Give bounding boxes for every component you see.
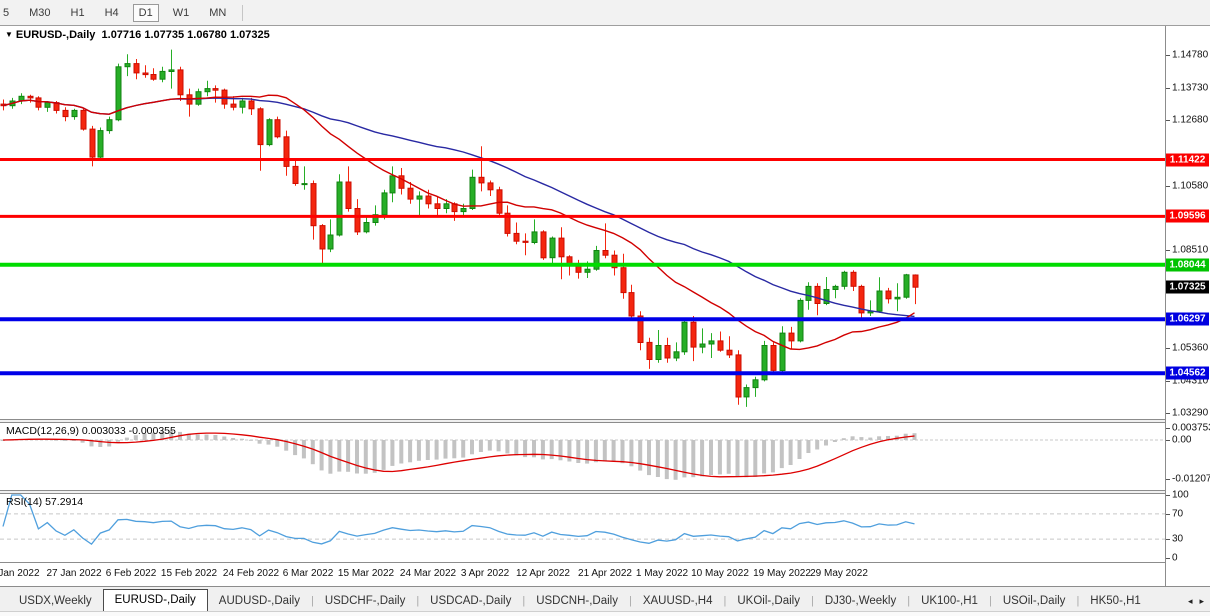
timeframe-button-mn[interactable]: MN bbox=[203, 4, 232, 22]
price-axis-tick bbox=[1166, 413, 1170, 414]
macd-axis-label: -0.012075 bbox=[1172, 474, 1210, 485]
rsi-axis-tick bbox=[1166, 558, 1170, 559]
tab-dj30-weekly[interactable]: DJ30-,Weekly bbox=[814, 592, 907, 611]
date-label: 21 Apr 2022 bbox=[578, 568, 632, 579]
rsi-axis-tick bbox=[1166, 514, 1170, 515]
pane-splitter-macd-rsi[interactable] bbox=[0, 490, 1165, 494]
timeframe-button-d1[interactable]: D1 bbox=[133, 4, 159, 22]
date-label: 18 Jan 2022 bbox=[0, 568, 40, 579]
date-label: 29 May 2022 bbox=[810, 568, 868, 579]
price-axis-label: 1.03290 bbox=[1172, 408, 1208, 419]
price-axis-tick bbox=[1166, 381, 1170, 382]
date-label: 24 Feb 2022 bbox=[223, 568, 279, 579]
rsi-axis-label: 30 bbox=[1172, 534, 1183, 545]
tab-scroll-left-icon[interactable]: ◂ bbox=[1188, 592, 1193, 611]
tab-hk50-h1[interactable]: HK50-,H1 bbox=[1079, 592, 1152, 611]
date-label: 10 May 2022 bbox=[691, 568, 749, 579]
collapse-caret-icon[interactable]: ▼ bbox=[5, 30, 13, 39]
date-label: 3 Apr 2022 bbox=[461, 568, 509, 579]
date-label: 27 Jan 2022 bbox=[46, 568, 101, 579]
rsi-pane-bottom-border bbox=[0, 562, 1165, 563]
window-bottom-strip bbox=[0, 611, 1210, 616]
price-axis-tick bbox=[1166, 120, 1170, 121]
chart-ohlc-values: 1.07716 1.07735 1.06780 1.07325 bbox=[102, 29, 270, 41]
chart-title: ▼EURUSD-,Daily 1.07716 1.07735 1.06780 1… bbox=[5, 29, 270, 41]
macd-axis-label: 0.00 bbox=[1172, 435, 1191, 446]
tab-scroll-right-icon[interactable]: ▸ bbox=[1199, 592, 1204, 611]
tab-usoil-daily[interactable]: USOil-,Daily bbox=[992, 592, 1077, 611]
price-axis-label: 1.08510 bbox=[1172, 245, 1208, 256]
tab-audusd-daily[interactable]: AUDUSD-,Daily bbox=[208, 592, 311, 611]
timeframe-button-h4[interactable]: H4 bbox=[99, 4, 125, 22]
price-axis-label: 1.10580 bbox=[1172, 181, 1208, 192]
price-axis-label: 1.12680 bbox=[1172, 115, 1208, 126]
macd-histogram bbox=[1, 431, 917, 480]
date-label: 6 Mar 2022 bbox=[283, 568, 334, 579]
date-label: 1 May 2022 bbox=[636, 568, 688, 579]
macd-axis-label: 0.003753 bbox=[1172, 423, 1210, 434]
price-level-badge: 1.04562 bbox=[1166, 367, 1209, 380]
price-axis-tick bbox=[1166, 88, 1170, 89]
rsi-axis-tick bbox=[1166, 495, 1170, 496]
price-axis-tick bbox=[1166, 348, 1170, 349]
rsi-line bbox=[3, 495, 915, 544]
tab-usdchf-daily[interactable]: USDCHF-,Daily bbox=[314, 592, 417, 611]
tab-scroll-buttons: ◂ ▸ bbox=[1188, 592, 1204, 611]
tab-usdcad-daily[interactable]: USDCAD-,Daily bbox=[419, 592, 522, 611]
date-label: 12 Apr 2022 bbox=[516, 568, 570, 579]
pane-splitter-main-macd[interactable] bbox=[0, 419, 1165, 423]
price-level-badge: 1.08044 bbox=[1166, 259, 1209, 272]
trading-terminal-window: 5M30H1H4D1W1MN ▼EURUSD-,Daily 1.07716 1.… bbox=[0, 0, 1210, 616]
toolbar-separator bbox=[242, 5, 243, 21]
tab-ukoil-daily[interactable]: UKOil-,Daily bbox=[726, 592, 811, 611]
macd-axis-tick bbox=[1166, 428, 1170, 429]
horizontal-level-lines bbox=[0, 160, 1165, 374]
macd-axis-tick bbox=[1166, 440, 1170, 441]
moving-average-lines bbox=[3, 95, 915, 349]
date-label: 15 Feb 2022 bbox=[161, 568, 217, 579]
rsi-axis-tick bbox=[1166, 539, 1170, 540]
price-level-badge: 1.11422 bbox=[1166, 154, 1209, 167]
rsi-axis-label: 0 bbox=[1172, 553, 1178, 564]
macd-axis-tick bbox=[1166, 479, 1170, 480]
rsi-indicator-label: RSI(14) 57.2914 bbox=[6, 496, 83, 508]
price-axis-label: 1.05360 bbox=[1172, 343, 1208, 354]
timeframe-button-w1[interactable]: W1 bbox=[167, 4, 196, 22]
timeframe-button-5[interactable]: 5 bbox=[0, 4, 15, 22]
date-label: 24 Mar 2022 bbox=[400, 568, 456, 579]
price-axis-tick bbox=[1166, 55, 1170, 56]
main-price-chart[interactable] bbox=[0, 26, 1165, 419]
date-label: 6 Feb 2022 bbox=[106, 568, 157, 579]
candlestick-series bbox=[1, 50, 918, 407]
timeframe-button-m30[interactable]: M30 bbox=[23, 4, 56, 22]
timeframe-button-h1[interactable]: H1 bbox=[65, 4, 91, 22]
tab-usdcnh-daily[interactable]: USDCNH-,Daily bbox=[525, 592, 629, 611]
rsi-axis-label: 100 bbox=[1172, 490, 1189, 501]
rsi-axis-label: 70 bbox=[1172, 509, 1183, 520]
date-label: 19 May 2022 bbox=[753, 568, 811, 579]
tab-xauusd-h4[interactable]: XAUUSD-,H4 bbox=[632, 592, 724, 611]
price-axis-label: 1.13730 bbox=[1172, 83, 1208, 94]
price-axis-tick bbox=[1166, 186, 1170, 187]
price-level-badge: 1.07325 bbox=[1166, 281, 1209, 294]
rsi-indicator-pane[interactable] bbox=[0, 494, 1165, 562]
macd-indicator-label: MACD(12,26,9) 0.003033 -0.000355 bbox=[6, 425, 176, 437]
price-axis-tick bbox=[1166, 250, 1170, 251]
price-level-badge: 1.06297 bbox=[1166, 313, 1209, 326]
chart-tabs: USDX,WeeklyEURUSD-,DailyAUDUSD-,Daily|US… bbox=[8, 589, 1152, 611]
price-axis-label: 1.14780 bbox=[1172, 50, 1208, 61]
date-label: 15 Mar 2022 bbox=[338, 568, 394, 579]
tab-uk100-h1[interactable]: UK100-,H1 bbox=[910, 592, 989, 611]
tab-eurusd-daily[interactable]: EURUSD-,Daily bbox=[103, 589, 208, 611]
tab-usdx-weekly[interactable]: USDX,Weekly bbox=[8, 592, 103, 611]
timeframe-toolbar: 5 M30 H1 H4 D1 W1 MN bbox=[0, 0, 1210, 26]
price-level-badge: 1.09596 bbox=[1166, 210, 1209, 223]
chart-symbol-label: EURUSD-,Daily bbox=[16, 29, 95, 41]
chart-tab-bar: USDX,WeeklyEURUSD-,DailyAUDUSD-,Daily|US… bbox=[0, 589, 1210, 611]
price-axis-divider bbox=[1165, 26, 1166, 586]
